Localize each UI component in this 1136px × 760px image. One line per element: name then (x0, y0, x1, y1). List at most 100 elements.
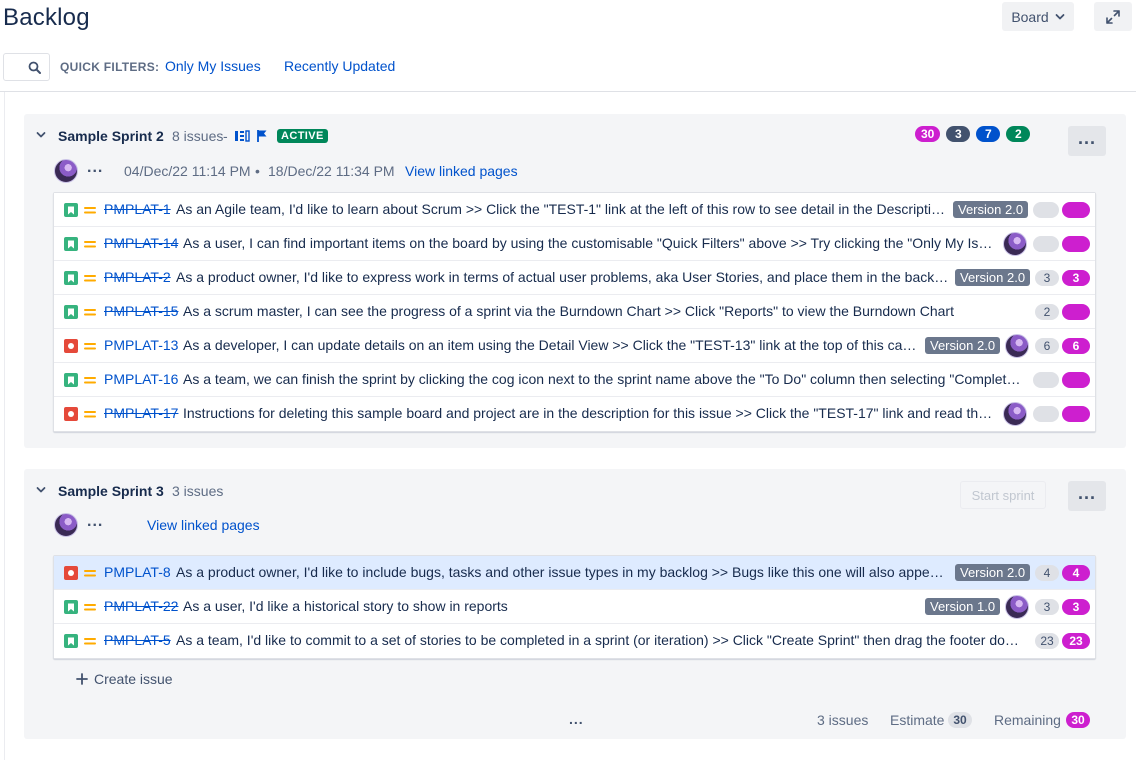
fix-version-badge: Version 1.0 (925, 598, 1001, 615)
remaining-estimate-pill: 23 (1062, 633, 1090, 649)
done-pill: 2 (1006, 126, 1031, 142)
fix-version-badge: Version 2.0 (955, 564, 1031, 581)
issue-summary: As a product owner, I'd like to express … (176, 269, 949, 285)
issue-key-link[interactable]: PMPLAT-22 (104, 598, 178, 614)
chevron-down-icon[interactable] (35, 484, 47, 496)
story-icon (64, 634, 78, 648)
issue-summary: As a user, I can find important items on… (183, 235, 997, 251)
date-separator: • (255, 163, 260, 179)
issue-row[interactable]: PMPLAT-14 As a user, I can find important… (54, 227, 1095, 261)
issue-row[interactable]: PMPLAT-17 Instructions for deleting this … (54, 397, 1095, 431)
flag-icon[interactable] (256, 129, 268, 143)
plus-icon (76, 673, 88, 685)
issue-row[interactable]: PMPLAT-16 As a team, we can finish the sp… (54, 363, 1095, 397)
remaining-estimate-pill: 3 (1062, 270, 1090, 286)
assignee-avatar[interactable] (1005, 595, 1029, 619)
issue-summary: As a team, I'd like to commit to a set o… (176, 632, 1029, 648)
sprint-actions-button[interactable]: ... (1068, 126, 1106, 156)
remaining-pill: 30 (915, 126, 941, 142)
footer-remaining-pill: 30 (1066, 712, 1090, 728)
avatar[interactable] (54, 513, 78, 537)
remaining-estimate-pill: 3 (1062, 599, 1090, 615)
story-icon (64, 237, 78, 251)
search-input[interactable] (3, 53, 50, 81)
sprint-issue-count: 3 issues (172, 483, 224, 499)
footer-estimate-pill: 30 (948, 712, 972, 728)
sprint-start-date: 04/Dec/22 11:14 PM (124, 163, 251, 179)
sprint-name[interactable]: Sample Sprint 2 (58, 128, 164, 144)
priority-medium-icon (84, 604, 96, 611)
issue-key-link[interactable]: PMPLAT-16 (104, 371, 178, 387)
story-points-pill (1033, 202, 1059, 218)
bug-icon (64, 407, 78, 421)
board-columns-icon[interactable] (234, 129, 250, 143)
sprint-issue-count: 8 issues (172, 128, 224, 144)
issue-row[interactable]: PMPLAT-22 3 3 Version 1.0 As a user, I'd lik… (54, 590, 1095, 624)
issue-key-link[interactable]: PMPLAT-5 (104, 632, 171, 648)
assignee-avatar[interactable] (1003, 402, 1027, 426)
avatar[interactable] (54, 159, 78, 183)
chevron-down-icon (1055, 13, 1065, 19)
create-issue-button[interactable]: Create issue (76, 671, 173, 687)
story-points-pill: 3 (1035, 599, 1059, 615)
issue-summary: As a scrum master, I can see the progres… (183, 303, 954, 319)
story-icon (64, 600, 78, 614)
issue-key-link[interactable]: PMPLAT-8 (104, 564, 171, 580)
issue-key-link[interactable]: PMPLAT-1 (104, 201, 171, 217)
drag-handle[interactable]: ... (569, 711, 584, 727)
fullscreen-button[interactable] (1094, 2, 1132, 31)
issue-summary: As an Agile team, I'd like to learn abou… (176, 201, 947, 217)
view-linked-pages-link[interactable]: View linked pages (147, 517, 260, 533)
sprint-actions-button[interactable]: ... (1068, 481, 1106, 511)
issue-summary: As a product owner, I'd like to include … (176, 564, 949, 580)
in-progress-pill: 7 (976, 126, 1001, 142)
remaining-estimate-pill (1062, 406, 1090, 422)
sprint-status-pills: 30 3 7 2 (915, 126, 1031, 142)
sprint-3-issue-list: PMPLAT-8 4 4 Version 2.0 As a product owner,… (53, 555, 1096, 659)
issue-row[interactable]: PMPLAT-13 6 6 Version 2.0 As a developer, I … (54, 329, 1095, 363)
issue-key-link[interactable]: PMPLAT-17 (104, 405, 178, 421)
issue-key-link[interactable]: PMPLAT-2 (104, 269, 171, 285)
remaining-estimate-pill (1062, 304, 1090, 320)
header-divider (0, 91, 1136, 92)
fix-version-badge: Version 2.0 (953, 201, 1029, 218)
priority-medium-icon (84, 411, 96, 418)
more-icon: ... (1077, 128, 1096, 148)
story-points-pill: 3 (1035, 270, 1059, 286)
story-points-pill: 23 (1035, 633, 1059, 649)
remaining-estimate-pill (1062, 202, 1090, 218)
assignee-avatar[interactable] (1003, 232, 1027, 256)
assignee-avatar[interactable] (1005, 334, 1029, 358)
issue-row[interactable]: PMPLAT-1 Version 2.0 As an Agile team, I'd… (54, 193, 1095, 227)
issue-summary: As a developer, I can update details on … (183, 337, 919, 353)
more-icon[interactable]: ... (87, 159, 103, 177)
issue-row[interactable]: PMPLAT-5 23 23 As a team, I'd like to commi… (54, 624, 1095, 658)
story-icon (64, 203, 78, 217)
sprint-status-badge: ACTIVE (277, 129, 328, 143)
view-linked-pages-link[interactable]: View linked pages (405, 163, 518, 179)
issue-key-link[interactable]: PMPLAT-14 (104, 235, 178, 251)
issue-row[interactable]: PMPLAT-8 4 4 Version 2.0 As a product owner,… (54, 556, 1095, 590)
create-issue-label: Create issue (94, 671, 173, 687)
remaining-estimate-pill: 6 (1062, 338, 1090, 354)
chevron-down-icon[interactable] (35, 129, 47, 141)
priority-medium-icon (84, 570, 96, 577)
priority-medium-icon (84, 275, 96, 282)
priority-medium-icon (84, 241, 96, 248)
filter-only-my-issues[interactable]: Only My Issues (165, 58, 261, 74)
issue-row[interactable]: PMPLAT-15 2 As a scrum master, I can see t… (54, 295, 1095, 329)
priority-medium-icon (84, 638, 96, 645)
filter-recently-updated[interactable]: Recently Updated (284, 58, 395, 74)
issue-key-link[interactable]: PMPLAT-15 (104, 303, 178, 319)
issue-row[interactable]: PMPLAT-2 3 3 Version 2.0 As a product owner,… (54, 261, 1095, 295)
issue-key-link[interactable]: PMPLAT-13 (104, 337, 178, 353)
fix-version-badge: Version 2.0 (925, 337, 1001, 354)
sprint-name[interactable]: Sample Sprint 3 (58, 483, 164, 499)
remaining-estimate-pill (1062, 236, 1090, 252)
board-dropdown-button[interactable]: Board (1002, 2, 1074, 31)
start-sprint-button[interactable]: Start sprint (960, 481, 1046, 509)
page-title: Backlog (3, 4, 90, 31)
footer-issue-count: 3 issues (817, 712, 869, 728)
issue-summary: Instructions for deleting this sample bo… (183, 405, 997, 421)
more-icon[interactable]: ... (87, 513, 103, 531)
